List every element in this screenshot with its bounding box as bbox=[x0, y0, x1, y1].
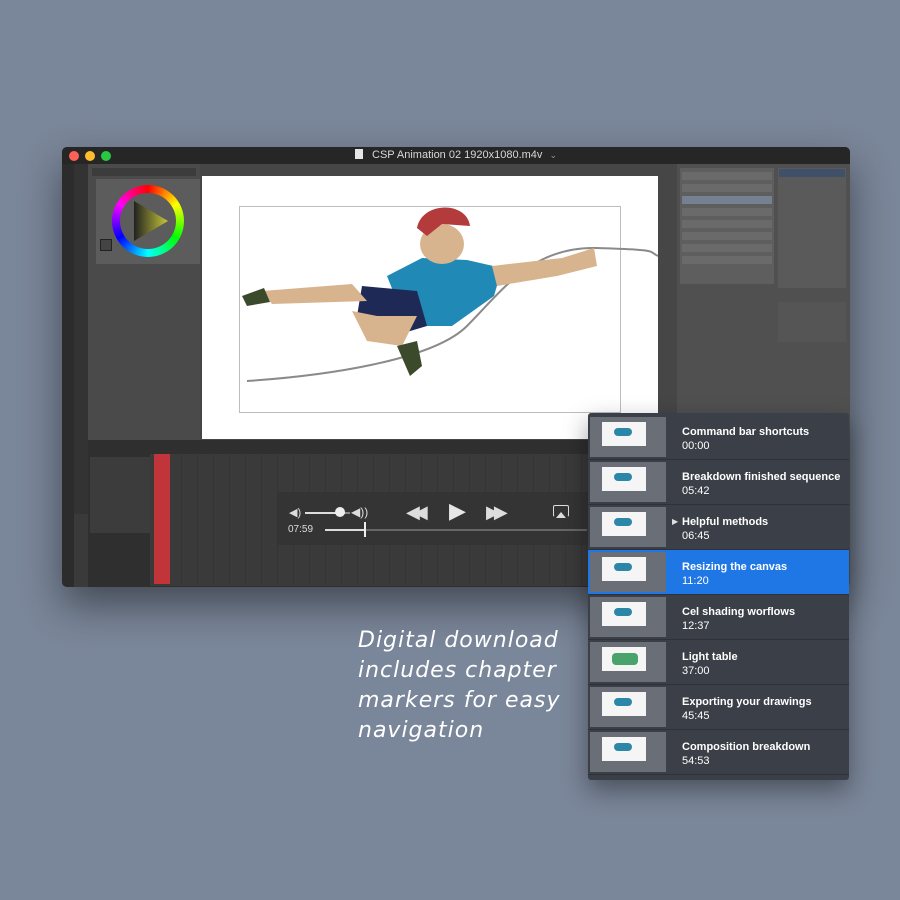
thumbnail-figure bbox=[614, 518, 632, 526]
layer-list[interactable] bbox=[680, 168, 774, 284]
chapter-thumbnail bbox=[589, 551, 667, 593]
chapter-item[interactable]: Command bar shortcuts 00:00 bbox=[588, 415, 849, 460]
chapter-time: 37:00 bbox=[682, 665, 710, 677]
thumbnail-figure bbox=[614, 428, 632, 436]
sub-tool-panel[interactable] bbox=[778, 168, 846, 288]
character-illustration bbox=[242, 207, 658, 382]
window-title: CSP Animation 02 1920x1080.m4v bbox=[372, 149, 543, 161]
chapter-time: 00:00 bbox=[682, 440, 710, 452]
chapter-list: Command bar shortcuts 00:00 Breakdown fini… bbox=[588, 413, 849, 780]
layer-row[interactable] bbox=[682, 184, 772, 192]
layer-row[interactable] bbox=[682, 220, 772, 228]
volume-low-icon[interactable]: ◀) bbox=[289, 506, 301, 519]
chapter-item[interactable]: Cel shading worflows 12:37 bbox=[588, 595, 849, 640]
thumbnail-figure bbox=[614, 743, 632, 751]
thumbnail-figure bbox=[614, 473, 632, 481]
thumbnail-figure bbox=[612, 653, 638, 665]
chapter-item[interactable]: Composition breakdown 54:53 bbox=[588, 730, 849, 775]
caption-line: navigation bbox=[358, 718, 485, 743]
chapter-title: Cel shading worflows bbox=[682, 606, 796, 618]
play-icon[interactable]: ▶ bbox=[449, 498, 466, 524]
document-icon bbox=[354, 149, 363, 159]
chapter-thumbnail bbox=[590, 417, 666, 457]
chapter-item[interactable]: Exporting your drawings 45:45 bbox=[588, 685, 849, 730]
chapter-time: 45:45 bbox=[682, 710, 710, 722]
scrub-handle[interactable] bbox=[364, 522, 367, 537]
volume-high-icon[interactable]: ◀)) bbox=[351, 505, 368, 519]
current-time: 07:59 bbox=[288, 524, 314, 535]
video-player-controls: ◀) ◀)) ◀◀ ▶ ▶▶ 07:59 bbox=[277, 492, 589, 545]
chapter-thumbnail bbox=[590, 462, 666, 502]
chapter-thumbnail bbox=[590, 732, 666, 772]
chapter-title: Resizing the canvas bbox=[682, 561, 788, 573]
thumbnail-figure bbox=[614, 563, 632, 571]
color-wheel-panel[interactable] bbox=[96, 179, 200, 264]
chapter-thumbnail bbox=[590, 687, 666, 727]
tool-property-panel[interactable] bbox=[778, 302, 846, 342]
panel-tabs[interactable] bbox=[92, 168, 196, 176]
thumbnail-figure bbox=[614, 698, 632, 706]
chapter-title: Light table bbox=[682, 651, 738, 663]
layer-row[interactable] bbox=[682, 244, 772, 252]
color-swatch[interactable] bbox=[100, 239, 112, 251]
pointer-arrow-icon: ▶ bbox=[672, 517, 679, 526]
tool-palette-secondary bbox=[74, 164, 88, 514]
chapter-time: 12:37 bbox=[682, 620, 710, 632]
timeline-track-list[interactable] bbox=[90, 457, 150, 533]
fast-forward-icon[interactable]: ▶▶ bbox=[486, 502, 508, 523]
chapter-item[interactable]: ▶ Helpful methods 06:45 bbox=[588, 505, 849, 550]
layer-row[interactable] bbox=[682, 256, 772, 264]
layer-row[interactable] bbox=[682, 208, 772, 216]
layer-row-selected[interactable] bbox=[682, 196, 772, 204]
promo-caption: Digital download includes chapter markers … bbox=[358, 626, 598, 746]
airplay-icon[interactable] bbox=[553, 505, 569, 518]
title-bar: CSP Animation 02 1920x1080.m4v ⌄ bbox=[62, 147, 850, 164]
chapter-time: 05:42 bbox=[682, 485, 710, 497]
chapter-time: 11:20 bbox=[682, 575, 709, 587]
caption-line: markers for easy bbox=[358, 688, 561, 713]
scrub-bar-progress bbox=[325, 529, 365, 531]
chevron-down-icon[interactable]: ⌄ bbox=[550, 150, 558, 160]
timeline-playhead-range[interactable] bbox=[154, 454, 170, 584]
layer-row[interactable] bbox=[682, 232, 772, 240]
caption-line: includes chapter bbox=[358, 658, 557, 683]
thumbnail-figure bbox=[614, 608, 632, 616]
chapter-item[interactable]: Light table 37:00 bbox=[588, 640, 849, 685]
layer-row[interactable] bbox=[682, 172, 772, 180]
caption-line: Digital download bbox=[358, 628, 559, 653]
color-triangle[interactable] bbox=[134, 201, 168, 241]
chapter-title: Helpful methods bbox=[682, 516, 769, 528]
chapter-thumbnail bbox=[590, 597, 666, 637]
chapter-title: Command bar shortcuts bbox=[682, 426, 810, 438]
chapter-time: 54:53 bbox=[682, 755, 710, 767]
chapter-thumbnail bbox=[590, 642, 666, 682]
chapter-title: Breakdown finished sequence bbox=[682, 471, 841, 483]
rewind-icon[interactable]: ◀◀ bbox=[406, 502, 428, 523]
chapter-thumbnail bbox=[590, 507, 666, 547]
chapter-title: Composition breakdown bbox=[682, 741, 811, 753]
volume-slider-knob[interactable] bbox=[335, 507, 345, 517]
chapter-time: 06:45 bbox=[682, 530, 710, 542]
sub-tool-header[interactable] bbox=[779, 169, 845, 177]
volume-slider-remaining[interactable] bbox=[345, 512, 350, 514]
color-wheel[interactable] bbox=[112, 185, 184, 257]
tool-palette bbox=[62, 164, 74, 587]
window-title-area[interactable]: CSP Animation 02 1920x1080.m4v ⌄ bbox=[62, 149, 850, 161]
chapter-item[interactable]: Breakdown finished sequence 05:42 bbox=[588, 460, 849, 505]
chapter-title: Exporting your drawings bbox=[682, 696, 812, 708]
chapter-item[interactable]: Resizing the canvas 11:20 bbox=[588, 550, 849, 595]
color-wheel-center bbox=[120, 193, 176, 249]
